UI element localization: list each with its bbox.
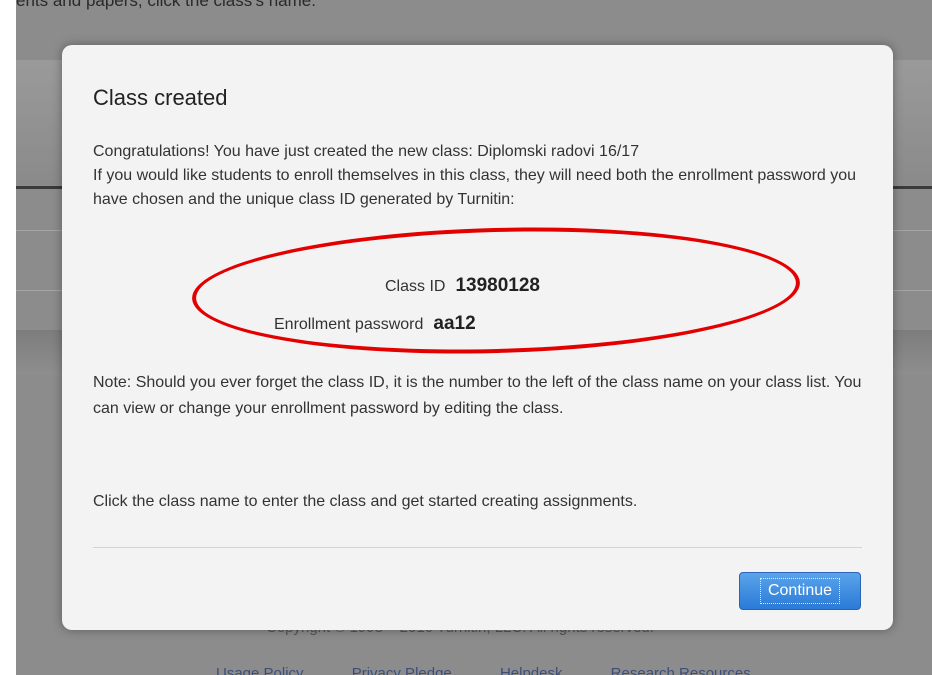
class-created-dialog: Class created Congratulations! You have …	[62, 45, 893, 630]
dialog-intro: Congratulations! You have just created t…	[93, 140, 868, 212]
footer-links: Usage Policy Privacy Pledge Helpdesk Res…	[216, 665, 795, 675]
footer-link-privacy-pledge[interactable]: Privacy Pledge	[352, 665, 452, 675]
continue-button[interactable]: Continue	[739, 572, 861, 610]
dialog-instruction: Click the class name to enter the class …	[93, 493, 638, 510]
intro-congratulations: Congratulations! You have just created t…	[93, 143, 640, 160]
page-instruction-text: ents and papers, click the class's name.	[16, 0, 316, 10]
class-id-row: Class ID 13980128	[385, 275, 540, 297]
enrollment-password-value: aa12	[433, 313, 476, 334]
dialog-title: Class created	[93, 85, 228, 110]
footer-link-helpdesk[interactable]: Helpdesk	[500, 665, 563, 675]
dialog-note: Note: Should you ever forget the class I…	[93, 374, 862, 417]
continue-button-label: Continue	[759, 578, 841, 604]
footer-link-research-resources[interactable]: Research Resources	[611, 665, 751, 675]
enrollment-password-label: Enrollment password	[274, 316, 424, 333]
class-id-value: 13980128	[455, 275, 540, 296]
enrollment-password-row: Enrollment password aa12	[274, 313, 476, 335]
dialog-divider	[93, 547, 862, 548]
footer-link-usage-policy[interactable]: Usage Policy	[216, 665, 304, 675]
class-id-label: Class ID	[385, 278, 446, 295]
intro-enrollment-info: If you would like students to enroll the…	[93, 167, 857, 208]
